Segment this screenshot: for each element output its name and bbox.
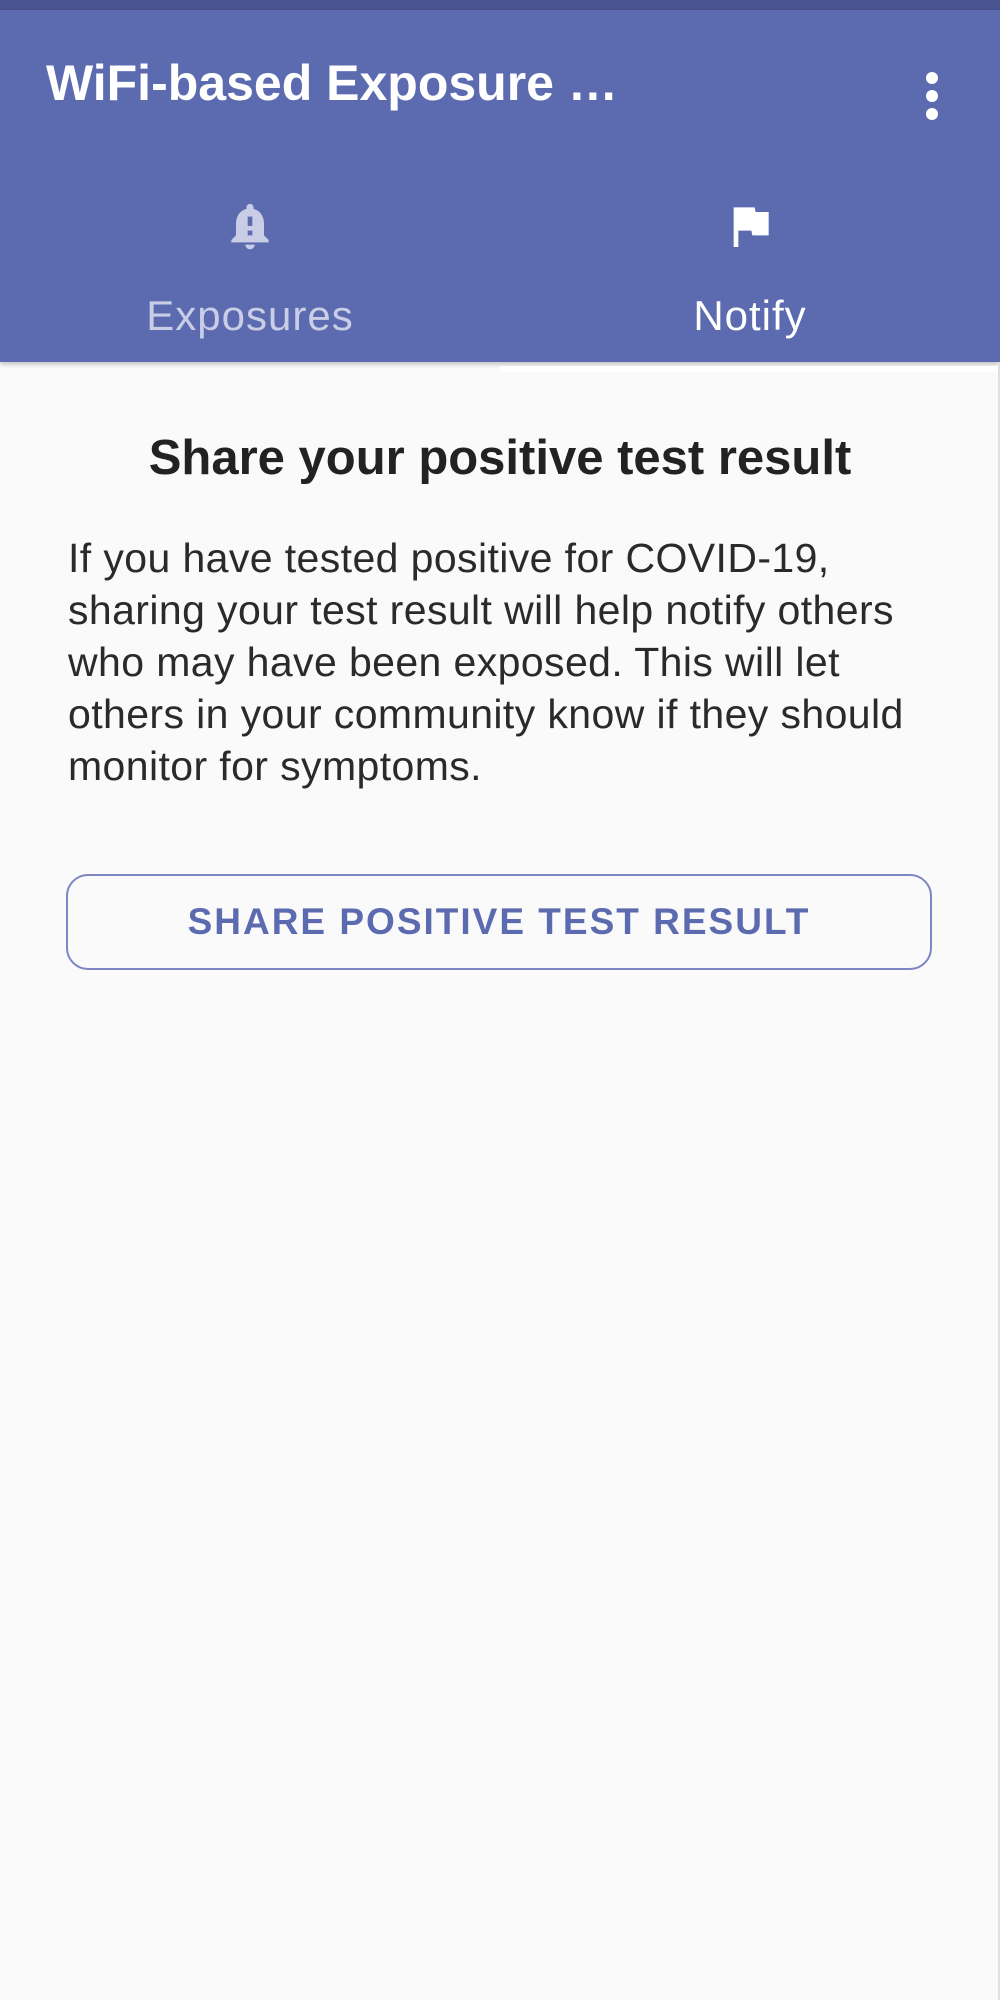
page-heading: Share your positive test result bbox=[148, 431, 852, 485]
tab-notify-label: Notify bbox=[693, 292, 807, 339]
share-positive-test-result-button[interactable]: SHARE POSITIVE TEST RESULT bbox=[66, 874, 932, 970]
tab-exposures[interactable]: Exposures bbox=[0, 180, 500, 372]
app-bar: WiFi-based Exposure … Exposures Notify bbox=[0, 10, 1000, 372]
alert-bell-icon bbox=[231, 203, 269, 250]
more-vertical-icon bbox=[926, 72, 938, 120]
explanation-text: If you have tested positive for COVID-19… bbox=[68, 535, 904, 789]
status-bar bbox=[0, 0, 1000, 10]
tab-notify[interactable]: Notify bbox=[500, 180, 1000, 372]
app-title: WiFi-based Exposure … bbox=[46, 55, 618, 111]
tab-exposures-label: Exposures bbox=[146, 292, 354, 339]
selected-tab-indicator bbox=[500, 366, 1000, 372]
tab-bar: Exposures Notify bbox=[0, 180, 1000, 372]
overflow-menu-button[interactable] bbox=[908, 60, 956, 132]
flag-icon bbox=[733, 207, 769, 247]
